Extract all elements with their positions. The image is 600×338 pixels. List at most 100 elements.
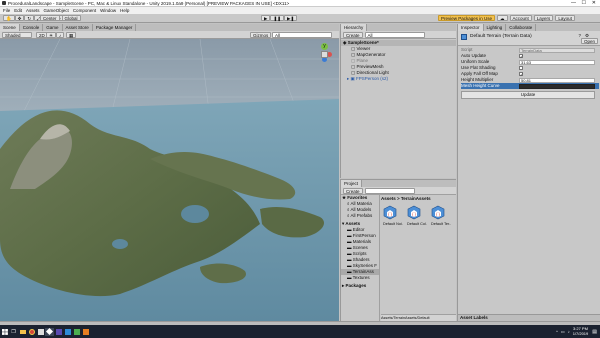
- menu-gameobject[interactable]: GameObject: [44, 8, 69, 13]
- hierarchy-create-button[interactable]: Create: [343, 31, 363, 38]
- chrome-icon[interactable]: [27, 328, 36, 336]
- layers-dropdown[interactable]: Layers: [533, 15, 554, 21]
- flat-shading-checkbox[interactable]: [519, 66, 523, 70]
- rotate-tool-button[interactable]: ↻: [24, 15, 35, 21]
- file-explorer-icon[interactable]: [18, 328, 27, 336]
- menu-bar: File Edit Assets GameObject Component Wi…: [0, 7, 600, 14]
- tab-console[interactable]: Console: [19, 24, 44, 31]
- tab-game[interactable]: Game: [43, 24, 63, 31]
- volume-icon[interactable]: ♪: [568, 329, 570, 334]
- pivot-global-button[interactable]: Global: [61, 15, 81, 21]
- favorite-item[interactable]: ⌕ All Prefabs: [341, 213, 379, 219]
- app-icon[interactable]: [54, 328, 63, 336]
- asset-item[interactable]: {} Default Col...: [407, 205, 427, 226]
- tab-package-manager[interactable]: Package Manager: [92, 24, 137, 31]
- fall-off-checkbox[interactable]: ✓: [519, 72, 523, 77]
- tab-inspector[interactable]: Inspector: [458, 24, 484, 31]
- hand-tool-button[interactable]: ✋: [3, 15, 15, 21]
- audio-toggle-icon[interactable]: ♪: [56, 31, 65, 38]
- step-button[interactable]: ▶❚: [284, 15, 298, 21]
- asset-item[interactable]: {} Default Noi...: [383, 205, 403, 226]
- auto-update-checkbox[interactable]: ✓: [519, 54, 523, 59]
- asset-labels-bar: Asset Labels: [458, 314, 600, 321]
- tray-chevron-icon[interactable]: ^: [556, 329, 558, 334]
- lighting-toggle-icon[interactable]: ☀: [46, 31, 57, 38]
- scriptable-object-icon: {}: [407, 205, 421, 220]
- windows-taskbar: ❒ ^ ▭ ♪ 3:27 PM 1/7/2019 ▤: [0, 325, 600, 338]
- prop-mesh-height-curve: Mesh Height Curve: [461, 83, 599, 89]
- app-icon[interactable]: [63, 328, 72, 336]
- pause-button[interactable]: ❚❚: [270, 15, 285, 21]
- scene-orientation-gizmo[interactable]: y: [315, 43, 333, 67]
- project-folder-tree: ★ Favorites ⌕ All Materia ⌕ All Models ⌕…: [341, 195, 380, 321]
- hierarchy-panel: Hierarchy Create All ◈ SampleScene* ▢ Vi…: [340, 24, 456, 178]
- project-panel: Project Create ★ Favorites ⌕ All Materia…: [340, 179, 456, 321]
- project-breadcrumb[interactable]: Assets > TerrainAssets: [381, 196, 431, 201]
- gizmo-y-label: y: [321, 43, 328, 50]
- shading-dropdown[interactable]: Shaded: [2, 31, 32, 38]
- mesh-height-curve-field[interactable]: [519, 83, 595, 89]
- update-button[interactable]: Update: [461, 91, 595, 99]
- folder-item[interactable]: ▬ Textures: [341, 275, 379, 281]
- menu-component[interactable]: Component: [73, 8, 96, 13]
- svg-text:{}: {}: [387, 212, 393, 217]
- layout-dropdown[interactable]: Layout: [555, 15, 575, 21]
- network-icon[interactable]: ▭: [561, 329, 565, 334]
- app-icon[interactable]: [81, 328, 90, 336]
- packages-header[interactable]: ▸ Packages: [341, 283, 379, 289]
- gizmos-dropdown[interactable]: Gizmos: [250, 31, 272, 38]
- terrain-render: [0, 39, 339, 321]
- title-bar: ProceduralLandscape - SampleScene - PC, …: [0, 0, 600, 7]
- menu-file[interactable]: File: [3, 8, 10, 13]
- tab-asset-store[interactable]: Asset Store: [62, 24, 93, 31]
- svg-text:{}: {}: [435, 212, 441, 217]
- menu-assets[interactable]: Assets: [26, 8, 40, 13]
- notifications-icon[interactable]: ▤: [592, 329, 597, 335]
- taskbar-clock[interactable]: 3:27 PM 1/7/2019: [573, 326, 589, 336]
- svg-text:{}: {}: [411, 212, 417, 217]
- uniform-scale-field[interactable]: 31.63: [519, 59, 595, 65]
- close-button[interactable]: ✕: [592, 0, 596, 6]
- hierarchy-item[interactable]: ▸ ▣ FPSPerson (s2): [341, 76, 456, 82]
- pivot-center-button[interactable]: Center: [40, 15, 60, 21]
- project-create-button[interactable]: Create: [343, 187, 363, 194]
- hierarchy-search-input[interactable]: All: [364, 31, 425, 38]
- tab-hierarchy[interactable]: Hierarchy: [341, 24, 368, 31]
- maximize-button[interactable]: ☐: [582, 0, 586, 6]
- minimize-button[interactable]: —: [571, 0, 576, 6]
- play-button[interactable]: ▶: [261, 15, 271, 21]
- height-multiplier-field[interactable]: 50.81: [519, 77, 595, 83]
- project-assets-grid: {} Default Noi... {} Default Col... {} D…: [383, 205, 451, 226]
- menu-help[interactable]: Help: [120, 8, 129, 13]
- window-title: ProceduralLandscape - SampleScene - PC, …: [8, 1, 290, 6]
- scene-search-input[interactable]: All: [272, 31, 332, 38]
- menu-edit[interactable]: Edit: [14, 8, 22, 13]
- windows-start-icon[interactable]: [0, 328, 9, 336]
- app-icon[interactable]: [72, 328, 81, 336]
- menu-window[interactable]: Window: [100, 8, 116, 13]
- tab-scene[interactable]: Scene: [0, 24, 20, 31]
- effects-toggle-icon[interactable]: ▦: [66, 31, 77, 38]
- task-view-icon[interactable]: ❒: [9, 328, 18, 336]
- account-dropdown[interactable]: Account: [509, 15, 532, 21]
- tab-collaborate[interactable]: Collaborate: [506, 24, 537, 31]
- unity-hub-icon[interactable]: [36, 328, 45, 336]
- move-tool-button[interactable]: ✥: [14, 15, 25, 21]
- unity-logo-icon: [2, 1, 6, 5]
- scriptable-object-icon: [461, 34, 467, 40]
- inspector-title: Default Terrain (Terrain Data): [470, 34, 532, 39]
- project-status-path: Assets/TerrainAssets/Default: [381, 314, 456, 321]
- preview-packages-badge[interactable]: Preview Packages in Use: [438, 15, 496, 21]
- open-button[interactable]: Open: [580, 38, 598, 44]
- tab-lighting[interactable]: Lighting: [483, 24, 507, 31]
- tab-project[interactable]: Project: [341, 180, 363, 187]
- asset-item-selected[interactable]: {} Default Ter...: [431, 205, 451, 226]
- main-toolbar: ✋ ✥ ↻ ⤢ ▭ ⊕ Center Global ▶ ❚❚ ▶❚ Previe…: [0, 14, 600, 23]
- project-search-input[interactable]: [364, 187, 415, 194]
- collab-button[interactable]: ☁: [497, 15, 508, 21]
- scene-viewport[interactable]: y: [0, 39, 339, 321]
- scriptable-object-icon: {}: [431, 205, 445, 220]
- unity-scene-icon: ◈: [343, 40, 347, 45]
- unity-editor-icon[interactable]: [45, 327, 54, 336]
- inspector-header: Default Terrain (Terrain Data) ? ⚙ Open: [458, 31, 600, 46]
